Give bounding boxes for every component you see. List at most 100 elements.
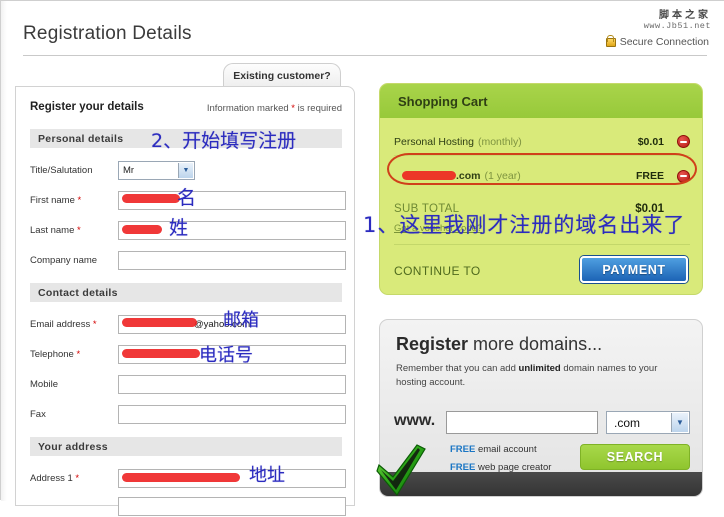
cart-item-name-text: Personal Hosting xyxy=(394,135,474,148)
label-first-name-required: * xyxy=(77,195,82,206)
label-telephone: Telephone * xyxy=(30,349,80,360)
cart-item-name: Personal Hosting (monthly) xyxy=(394,136,522,148)
field-row-fax: Fax xyxy=(30,405,348,425)
page-root: Registration Details 脚本之家 www.Jb51.net S… xyxy=(0,0,724,516)
remove-icon[interactable] xyxy=(677,169,690,183)
section-contact-details: Contact details xyxy=(30,283,342,302)
required-note-suffix: is required xyxy=(295,103,342,114)
cart-item-name: .com (1 year) xyxy=(394,170,521,182)
cart-item-period: (monthly) xyxy=(477,135,522,148)
annotation-step1: 1、这里我刚才注册的域名出来了 xyxy=(363,213,686,237)
panel-footer-bar xyxy=(380,472,702,496)
input-last-name[interactable] xyxy=(118,221,346,240)
input-fax[interactable] xyxy=(118,405,346,424)
label-mobile: Mobile xyxy=(30,379,58,390)
label-telephone-required: * xyxy=(76,349,81,360)
select-title-salutation[interactable]: Mr ▼ xyxy=(118,161,195,180)
remove-icon[interactable] xyxy=(677,135,690,148)
required-note: Information marked * is required xyxy=(207,103,342,114)
required-note-prefix: Information marked xyxy=(206,103,292,114)
field-row-last-name: Last name * xyxy=(30,221,348,241)
watermark: 脚本之家 www.Jb51.net xyxy=(644,10,711,31)
secure-connection: Secure Connection xyxy=(605,35,709,48)
label-last-name-text: Last name xyxy=(30,225,75,236)
secure-connection-label: Secure Connection xyxy=(619,36,709,48)
tld-select[interactable]: .com ▼ xyxy=(606,411,690,434)
annotation-telephone: 电话号 xyxy=(199,345,253,366)
free-feature-line: FREE email account xyxy=(450,444,537,455)
tab-existing-customer[interactable]: Existing customer? xyxy=(223,63,341,87)
input-address1[interactable] xyxy=(118,469,346,488)
www-prefix-label: www. xyxy=(394,412,436,429)
label-email-address: Email address * xyxy=(30,319,97,330)
annotation-address: 地址 xyxy=(249,465,285,486)
free-feature-text: email account xyxy=(475,444,537,455)
form-heading: Register your details xyxy=(30,101,144,113)
section-personal-details-label: Personal details xyxy=(38,132,124,145)
register-domains-title: Register more domains... xyxy=(396,334,602,355)
section-your-address-label: Your address xyxy=(38,440,108,453)
header-divider xyxy=(23,55,707,56)
register-domains-title-bold: Register xyxy=(396,334,469,354)
shopping-cart-title: Shopping Cart xyxy=(380,84,702,118)
page-title: Registration Details xyxy=(23,23,192,44)
lock-icon xyxy=(605,35,616,47)
section-your-address: Your address xyxy=(30,437,342,456)
input-first-name[interactable] xyxy=(118,191,346,210)
label-email-address-text: Email address xyxy=(30,319,91,330)
annotation-first-name: 名 xyxy=(177,187,197,209)
label-first-name: First name * xyxy=(30,195,81,206)
cart-item-name-text: .com xyxy=(456,170,481,182)
field-row-email-address: Email address * @yahoo.com xyxy=(30,315,348,335)
tld-select-value: .com xyxy=(614,415,641,430)
label-last-name: Last name * xyxy=(30,225,81,236)
continue-to-label: CONTINUE TO xyxy=(394,264,481,278)
register-domains-subtitle-b: unlimited xyxy=(518,363,561,374)
domain-search-input[interactable] xyxy=(446,411,598,434)
field-row-address1: Address 1 * xyxy=(30,469,348,489)
label-company-name: Company name xyxy=(30,255,98,266)
input-company-name[interactable] xyxy=(118,251,346,270)
register-domains-title-rest: more domains... xyxy=(468,334,603,354)
register-domains-subtitle-a: Remember that you can add xyxy=(396,363,519,374)
select-title-salutation-value: Mr xyxy=(123,165,135,176)
watermark-url: www.Jb51.net xyxy=(643,20,711,31)
label-telephone-text: Telephone xyxy=(30,349,74,360)
label-fax: Fax xyxy=(30,409,46,420)
label-title-salutation: Title/Salutation xyxy=(30,165,93,176)
field-row-company-name: Company name xyxy=(30,251,348,271)
register-more-domains-panel: Register more domains... Remember that y… xyxy=(379,319,703,497)
label-email-address-required: * xyxy=(92,319,97,330)
cart-item-row: Personal Hosting (monthly) $0.01 xyxy=(394,128,690,156)
annotation-step2: 2、开始填写注册 xyxy=(151,130,297,152)
annotation-last-name: 姓 xyxy=(169,217,189,239)
free-badge: FREE xyxy=(450,444,476,455)
shopping-cart-panel: Shopping Cart Personal Hosting (monthly) … xyxy=(379,83,703,295)
label-address1-required: * xyxy=(75,473,80,484)
chevron-down-icon[interactable]: ▼ xyxy=(178,163,193,178)
cart-divider xyxy=(394,244,690,245)
field-row-title-salutation: Title/Salutation Mr ▼ xyxy=(30,161,348,181)
section-contact-details-label: Contact details xyxy=(38,286,118,299)
form-header: Register your details Information marked… xyxy=(30,101,342,117)
search-button[interactable]: SEARCH xyxy=(580,444,690,470)
watermark-site-name: 脚本之家 xyxy=(659,10,711,21)
field-row-telephone: Telephone * xyxy=(30,345,348,365)
annotation-email: 邮箱 xyxy=(223,310,259,331)
field-row-mobile: Mobile xyxy=(30,375,348,395)
page-header: Registration Details 脚本之家 www.Jb51.net S… xyxy=(15,9,715,56)
payment-button[interactable]: PAYMENT xyxy=(580,256,688,283)
label-first-name-text: First name xyxy=(30,195,75,206)
cart-item-period: (1 year) xyxy=(484,170,521,182)
label-last-name-required: * xyxy=(77,225,81,236)
label-address1: Address 1 * xyxy=(30,473,79,484)
cart-item-price: $0.01 xyxy=(637,135,664,148)
register-domains-subtitle: Remember that you can add unlimited doma… xyxy=(396,362,686,390)
tab-existing-customer-label: Existing customer? xyxy=(233,69,331,82)
input-mobile[interactable] xyxy=(118,375,346,394)
cart-item-price: FREE xyxy=(635,170,664,182)
label-address1-text: Address 1 xyxy=(30,473,73,484)
chevron-down-icon[interactable]: ▼ xyxy=(671,413,688,432)
field-row-address2 xyxy=(30,497,348,517)
cart-item-row: .com (1 year) FREE xyxy=(394,162,690,190)
